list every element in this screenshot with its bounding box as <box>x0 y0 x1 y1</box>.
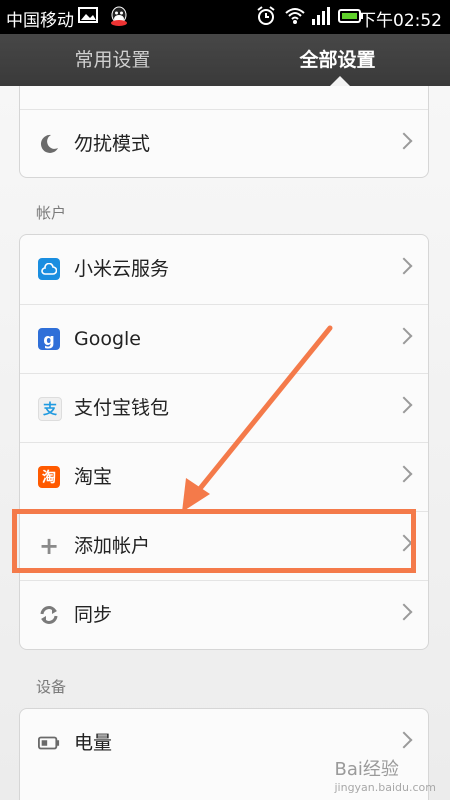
chevron-right-icon <box>395 396 413 414</box>
accounts-card: 小米云服务 g Google 支 支付宝钱包 淘 淘宝 + 添加帐户 同步 <box>19 234 429 650</box>
chevron-right-icon <box>395 132 413 150</box>
settings-list[interactable]: 勿扰模式 帐户 小米云服务 g Google 支 支付宝钱包 淘 淘宝 + 添加… <box>0 86 450 800</box>
top-card: 勿扰模式 <box>19 86 429 178</box>
google-g-icon: g <box>38 328 60 350</box>
tab-common-settings[interactable]: 常用设置 <box>0 34 225 86</box>
account-label: 小米云服务 <box>74 258 170 280</box>
do-not-disturb-label: 勿扰模式 <box>74 133 151 155</box>
cloud-icon <box>38 258 60 280</box>
accounts-section-title: 帐户 <box>36 204 67 222</box>
status-bar: 中国移动 下午02:52 <box>0 0 450 34</box>
sync-label: 同步 <box>74 604 113 626</box>
battery-setting-icon <box>38 732 60 754</box>
account-label: 支付宝钱包 <box>74 397 170 419</box>
sync-icon <box>38 604 60 626</box>
moon-icon <box>38 133 60 155</box>
gallery-notification-icon <box>78 7 98 23</box>
chevron-right-icon <box>395 257 413 275</box>
account-row-google[interactable]: g Google <box>20 304 428 373</box>
qq-notification-icon <box>111 6 127 26</box>
chevron-right-icon <box>395 327 413 345</box>
sync-row[interactable]: 同步 <box>20 580 428 649</box>
account-label: 淘宝 <box>74 466 113 488</box>
alipay-icon: 支 <box>38 397 62 421</box>
hidden-row[interactable] <box>20 86 428 109</box>
signal-icon <box>312 7 330 25</box>
annotation-highlight-box <box>12 509 416 573</box>
clock: 下午02:52 <box>359 11 442 31</box>
device-section-title: 设备 <box>36 678 67 696</box>
settings-tab-bar: 常用设置 全部设置 <box>0 34 450 86</box>
watermark-url: jingyan.baidu.com <box>334 781 436 794</box>
chevron-right-icon <box>395 465 413 483</box>
account-label: Google <box>74 328 142 350</box>
account-row-alipay[interactable]: 支 支付宝钱包 <box>20 373 428 442</box>
watermark-brand: Bai经验 <box>334 759 399 780</box>
carrier-name: 中国移动 <box>6 11 74 31</box>
alarm-icon <box>257 6 275 25</box>
battery-label: 电量 <box>74 732 113 754</box>
account-row-taobao[interactable]: 淘 淘宝 <box>20 442 428 511</box>
chevron-right-icon <box>395 731 413 749</box>
wifi-icon <box>285 8 305 24</box>
baidu-watermark: Bai经验 jingyan.baidu.com <box>334 755 436 794</box>
chevron-right-icon <box>395 603 413 621</box>
account-row-xiaomi-cloud[interactable]: 小米云服务 <box>20 235 428 304</box>
active-tab-indicator <box>330 76 350 86</box>
do-not-disturb-row[interactable]: 勿扰模式 <box>20 109 428 177</box>
taobao-icon: 淘 <box>38 466 60 488</box>
